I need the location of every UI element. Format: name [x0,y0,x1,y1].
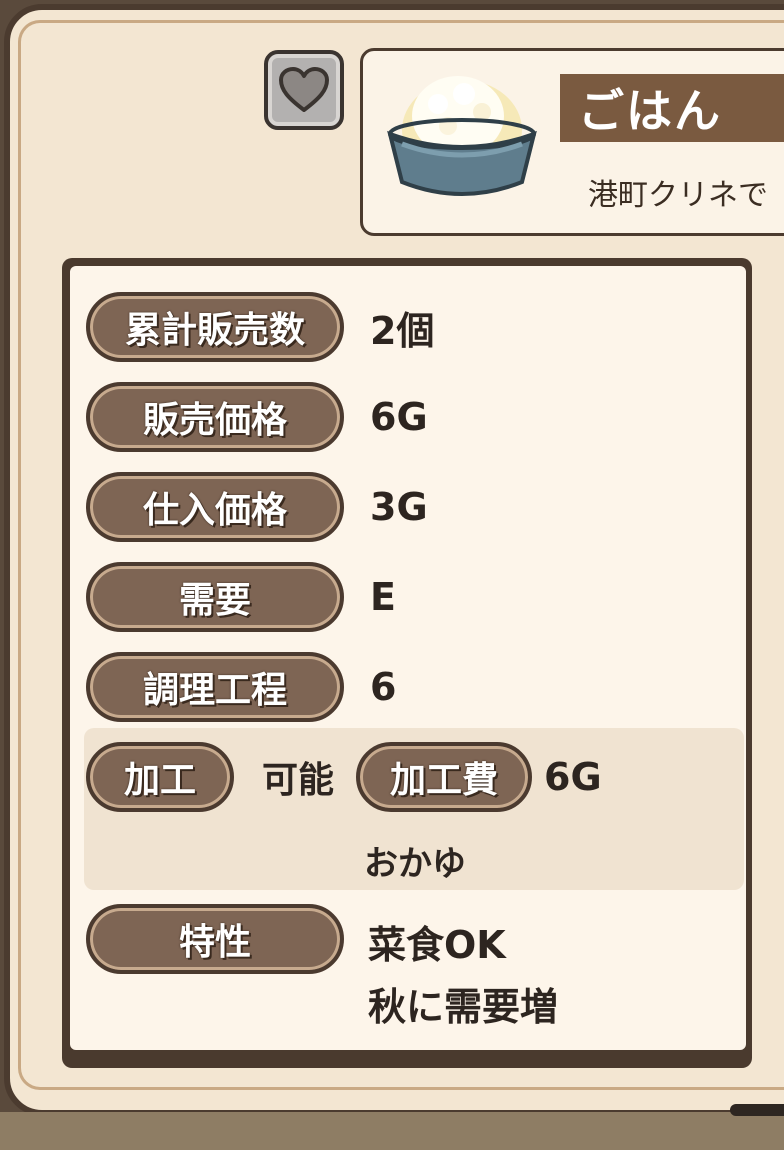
item-name-banner: ごはん [560,74,784,142]
processing-row: 加工 可能 加工費 6G [86,742,602,812]
traits-list: 菜食OK 秋に需要増 [368,914,558,1038]
stat-row-demand: 需要 E [86,562,396,632]
stat-value: 3G [370,485,428,529]
processing-cost-value: 6G [544,755,602,799]
stat-label-pill: 仕入価格 [86,472,344,542]
heart-icon [279,67,329,112]
stat-label-pill: 需要 [86,562,344,632]
traits-label-pill: 特性 [86,904,344,974]
processing-status: 可能 [262,760,335,801]
favorite-button[interactable] [264,50,344,130]
stat-row-sell-price: 販売価格 6G [86,382,428,452]
processing-cost-pill: 加工費 [356,742,533,812]
item-name: ごはん [578,84,722,138]
stat-value: 6G [370,395,428,439]
item-description: 港町クリネで [588,178,768,213]
trait-item: 秋に需要増 [368,985,559,1029]
scroll-indicator [730,1104,784,1116]
processing-label-pill: 加工 [86,742,234,812]
rice-bowl-icon [387,76,537,196]
stat-label-pill: 調理工程 [86,652,344,722]
stat-row-total-sales: 累計販売数 2個 [86,292,434,362]
stat-label-pill: 販売価格 [86,382,344,452]
traits-row: 特性 [86,904,344,974]
stat-value: 2個 [370,308,435,353]
processing-result: おかゆ [364,844,466,884]
stat-row-cooking-steps: 調理工程 6 [86,652,396,722]
stat-label-pill: 累計販売数 [86,292,344,362]
stat-row-buy-price: 仕入価格 3G [86,472,428,542]
trait-item: 菜食OK [368,923,506,967]
background-strip [0,1112,784,1150]
stat-value: E [370,575,396,619]
stat-value: 6 [370,665,397,709]
